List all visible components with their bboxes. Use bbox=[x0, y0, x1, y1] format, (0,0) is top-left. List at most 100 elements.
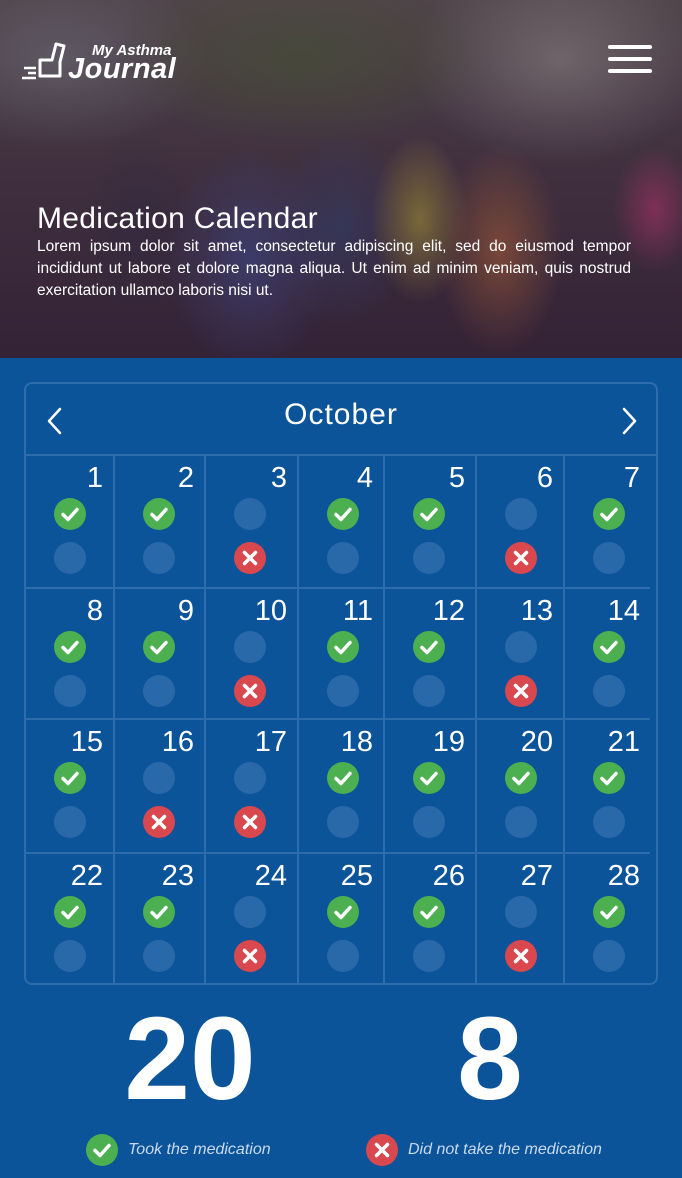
calendar-day-cell[interactable]: 7 bbox=[565, 456, 650, 589]
day-number: 16 bbox=[161, 726, 194, 758]
day-number: 7 bbox=[623, 462, 640, 494]
took-check-icon bbox=[143, 896, 175, 928]
missed-slot-empty bbox=[327, 542, 359, 574]
missed-slot-empty bbox=[54, 806, 86, 838]
missed-slot-empty bbox=[327, 940, 359, 972]
took-check-icon bbox=[413, 762, 445, 794]
day-number: 2 bbox=[177, 462, 194, 494]
calendar-day-cell[interactable]: 8 bbox=[26, 589, 115, 720]
took-check-icon bbox=[413, 498, 445, 530]
hero-banner: My Asthma Journal Medication Calendar Lo… bbox=[0, 0, 682, 358]
day-number: 20 bbox=[520, 726, 553, 758]
calendar-header: October bbox=[26, 384, 656, 456]
next-month-button[interactable] bbox=[614, 404, 644, 438]
day-number: 25 bbox=[340, 860, 373, 892]
hamburger-icon[interactable] bbox=[606, 43, 654, 75]
day-number: 13 bbox=[520, 595, 553, 627]
calendar-day-cell[interactable]: 27 bbox=[477, 854, 565, 983]
calendar-day-cell[interactable]: 25 bbox=[299, 854, 385, 983]
missed-x-icon bbox=[234, 806, 266, 838]
day-number: 4 bbox=[356, 462, 373, 494]
missed-x-icon bbox=[505, 940, 537, 972]
missed-slot-empty bbox=[593, 675, 625, 707]
took-slot-empty bbox=[143, 762, 175, 794]
calendar-day-cell[interactable]: 1 bbox=[26, 456, 115, 589]
calendar-day-cell[interactable]: 9 bbox=[115, 589, 206, 720]
calendar-day-cell[interactable]: 28 bbox=[565, 854, 650, 983]
calendar-day-cell[interactable]: 6 bbox=[477, 456, 565, 589]
day-number: 15 bbox=[70, 726, 103, 758]
took-slot-empty bbox=[505, 498, 537, 530]
missed-slot-empty bbox=[593, 806, 625, 838]
took-check-icon bbox=[593, 498, 625, 530]
missed-slot-empty bbox=[54, 675, 86, 707]
day-number: 8 bbox=[86, 595, 103, 627]
legend-took: Took the medication bbox=[86, 1134, 271, 1166]
missed-slot-empty bbox=[54, 542, 86, 574]
missed-count: 8 bbox=[457, 993, 523, 1125]
calendar-day-cell[interactable]: 15 bbox=[26, 720, 115, 854]
missed-slot-empty bbox=[593, 542, 625, 574]
check-icon bbox=[86, 1134, 118, 1166]
calendar-day-cell[interactable]: 23 bbox=[115, 854, 206, 983]
calendar-day-cell[interactable]: 13 bbox=[477, 589, 565, 720]
day-number: 17 bbox=[254, 726, 287, 758]
page-description: Lorem ipsum dolor sit amet, consectetur … bbox=[37, 238, 631, 299]
page-title: Medication Calendar bbox=[37, 202, 318, 235]
calendar-day-cell[interactable]: 18 bbox=[299, 720, 385, 854]
day-number: 18 bbox=[340, 726, 373, 758]
missed-x-icon bbox=[234, 675, 266, 707]
logo-wordmark: Journal bbox=[68, 53, 177, 85]
calendar-day-cell[interactable]: 26 bbox=[385, 854, 477, 983]
calendar-day-cell[interactable]: 10 bbox=[206, 589, 299, 720]
calendar-day-cell[interactable]: 11 bbox=[299, 589, 385, 720]
chevron-right-icon bbox=[622, 407, 637, 435]
took-slot-empty bbox=[234, 498, 266, 530]
calendar-day-cell[interactable]: 17 bbox=[206, 720, 299, 854]
calendar-day-cell[interactable]: 22 bbox=[26, 854, 115, 983]
x-icon bbox=[366, 1134, 398, 1166]
missed-slot-empty bbox=[413, 940, 445, 972]
took-check-icon bbox=[413, 631, 445, 663]
missed-slot-empty bbox=[143, 940, 175, 972]
day-number: 28 bbox=[607, 860, 640, 892]
calendar-day-cell[interactable]: 21 bbox=[565, 720, 650, 854]
day-number: 26 bbox=[432, 860, 465, 892]
took-check-icon bbox=[327, 896, 359, 928]
medication-calendar: October 1 2 3 4 5 6 7 8 9 10 11 12 13 14 15 16 17 18 19 20 2… bbox=[24, 382, 658, 985]
took-count: 20 bbox=[124, 993, 256, 1125]
month-label: October bbox=[284, 398, 398, 431]
legend-missed: Did not take the medication bbox=[366, 1134, 602, 1166]
took-slot-empty bbox=[234, 896, 266, 928]
day-number: 19 bbox=[432, 726, 465, 758]
calendar-grid: 1 2 3 4 5 6 7 8 9 10 11 12 13 14 15 16 17 18 19 20 21 22 23 24 2… bbox=[26, 456, 656, 983]
took-check-icon bbox=[593, 762, 625, 794]
calendar-day-cell[interactable]: 20 bbox=[477, 720, 565, 854]
missed-x-icon bbox=[234, 542, 266, 574]
calendar-day-cell[interactable]: 19 bbox=[385, 720, 477, 854]
missed-slot-empty bbox=[327, 675, 359, 707]
took-check-icon bbox=[54, 896, 86, 928]
calendar-day-cell[interactable]: 5 bbox=[385, 456, 477, 589]
calendar-day-cell[interactable]: 14 bbox=[565, 589, 650, 720]
took-check-icon bbox=[413, 896, 445, 928]
calendar-day-cell[interactable]: 4 bbox=[299, 456, 385, 589]
day-number: 1 bbox=[86, 462, 103, 494]
took-slot-empty bbox=[505, 896, 537, 928]
calendar-day-cell[interactable]: 2 bbox=[115, 456, 206, 589]
took-check-icon bbox=[54, 498, 86, 530]
day-number: 23 bbox=[161, 860, 194, 892]
app-logo[interactable]: My Asthma Journal bbox=[22, 38, 192, 85]
calendar-day-cell[interactable]: 16 bbox=[115, 720, 206, 854]
missed-slot-empty bbox=[327, 806, 359, 838]
calendar-day-cell[interactable]: 3 bbox=[206, 456, 299, 589]
calendar-day-cell[interactable]: 24 bbox=[206, 854, 299, 983]
missed-x-icon bbox=[234, 940, 266, 972]
day-number: 12 bbox=[432, 595, 465, 627]
day-number: 9 bbox=[177, 595, 194, 627]
missed-x-icon bbox=[143, 806, 175, 838]
legend-missed-label: Did not take the medication bbox=[408, 1141, 602, 1158]
calendar-day-cell[interactable]: 12 bbox=[385, 589, 477, 720]
missed-x-icon bbox=[505, 542, 537, 574]
took-check-icon bbox=[54, 762, 86, 794]
